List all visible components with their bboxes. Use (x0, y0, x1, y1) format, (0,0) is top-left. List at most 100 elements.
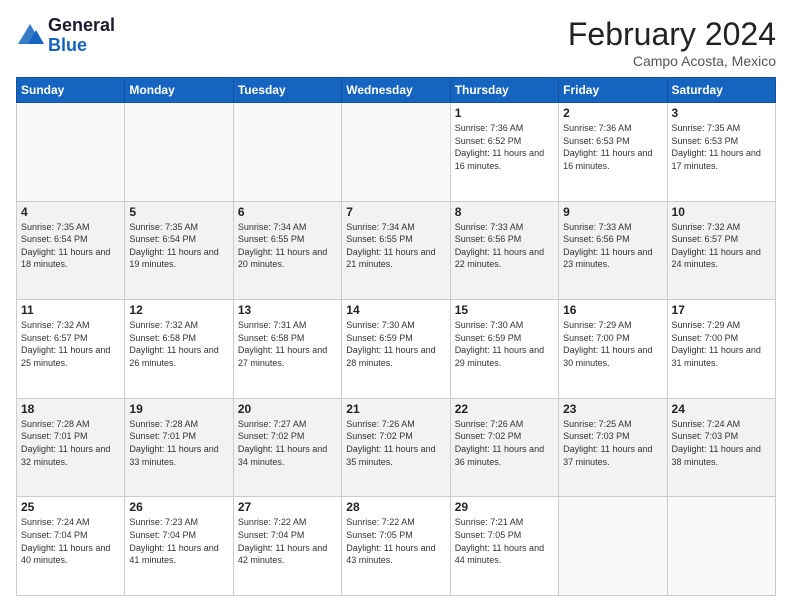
day-info: Sunrise: 7:25 AM Sunset: 7:03 PM Dayligh… (563, 418, 662, 468)
day-info: Sunrise: 7:22 AM Sunset: 7:04 PM Dayligh… (238, 516, 337, 566)
day-number: 11 (21, 303, 120, 317)
table-cell: 1 Sunrise: 7:36 AM Sunset: 6:52 PM Daylig… (450, 103, 558, 202)
day-number: 21 (346, 402, 445, 416)
table-cell: 2Sunrise: 7:36 AM Sunset: 6:53 PM Daylig… (559, 103, 667, 202)
col-monday: Monday (125, 78, 233, 103)
day-number: 26 (129, 500, 228, 514)
day-number: 1 (455, 106, 554, 120)
day-info: Sunrise: 7:34 AM Sunset: 6:55 PM Dayligh… (346, 221, 445, 271)
table-cell: 7 Sunrise: 7:34 AM Sunset: 6:55 PM Daylig… (342, 201, 450, 300)
day-info: Sunrise: 7:33 AM Sunset: 6:56 PM Dayligh… (563, 221, 662, 271)
day-info: Sunrise: 7:34 AM Sunset: 6:55 PM Dayligh… (238, 221, 337, 271)
day-number: 29 (455, 500, 554, 514)
location: Campo Acosta, Mexico (568, 53, 776, 69)
day-info: Sunrise: 7:33 AM Sunset: 6:56 PM Dayligh… (455, 221, 554, 271)
day-info: Sunrise: 7:27 AM Sunset: 7:02 PM Dayligh… (238, 418, 337, 468)
calendar-week-row: 1 Sunrise: 7:36 AM Sunset: 6:52 PM Daylig… (17, 103, 776, 202)
page: General Blue February 2024 Campo Acosta,… (0, 0, 792, 612)
calendar-week-row: 4 Sunrise: 7:35 AM Sunset: 6:54 PM Daylig… (17, 201, 776, 300)
day-number: 15 (455, 303, 554, 317)
day-info: Sunrise: 7:26 AM Sunset: 7:02 PM Dayligh… (455, 418, 554, 468)
table-cell: 24 Sunrise: 7:24 AM Sunset: 7:03 PM Dayli… (667, 398, 775, 497)
table-cell: 16 Sunrise: 7:29 AM Sunset: 7:00 PM Dayli… (559, 300, 667, 399)
day-number: 6 (238, 205, 337, 219)
day-number: 4 (21, 205, 120, 219)
logo-line1: General (48, 16, 115, 36)
day-info: Sunrise: 7:28 AM Sunset: 7:01 PM Dayligh… (129, 418, 228, 468)
table-cell: 20 Sunrise: 7:27 AM Sunset: 7:02 PM Dayli… (233, 398, 341, 497)
logo-line2: Blue (48, 36, 115, 56)
table-cell (667, 497, 775, 596)
day-number: 25 (21, 500, 120, 514)
day-number: 16 (563, 303, 662, 317)
day-info: Sunrise: 7:32 AM Sunset: 6:57 PM Dayligh… (672, 221, 771, 271)
calendar-week-row: 18 Sunrise: 7:28 AM Sunset: 7:01 PM Dayli… (17, 398, 776, 497)
day-number: 17 (672, 303, 771, 317)
table-cell: 29 Sunrise: 7:21 AM Sunset: 7:05 PM Dayli… (450, 497, 558, 596)
col-sunday: Sunday (17, 78, 125, 103)
day-number: 5 (129, 205, 228, 219)
table-cell: 14 Sunrise: 7:30 AM Sunset: 6:59 PM Dayli… (342, 300, 450, 399)
day-info: Sunrise: 7:32 AM Sunset: 6:57 PM Dayligh… (21, 319, 120, 369)
table-cell: 26 Sunrise: 7:23 AM Sunset: 7:04 PM Dayli… (125, 497, 233, 596)
day-info: Sunrise: 7:21 AM Sunset: 7:05 PM Dayligh… (455, 516, 554, 566)
table-cell: 10Sunrise: 7:32 AM Sunset: 6:57 PM Dayli… (667, 201, 775, 300)
table-cell (559, 497, 667, 596)
day-info: Sunrise: 7:31 AM Sunset: 6:58 PM Dayligh… (238, 319, 337, 369)
table-cell: 18 Sunrise: 7:28 AM Sunset: 7:01 PM Dayli… (17, 398, 125, 497)
table-cell: 17 Sunrise: 7:29 AM Sunset: 7:00 PM Dayli… (667, 300, 775, 399)
table-cell (233, 103, 341, 202)
day-info: Sunrise: 7:23 AM Sunset: 7:04 PM Dayligh… (129, 516, 228, 566)
day-number: 19 (129, 402, 228, 416)
calendar-header-row: Sunday Monday Tuesday Wednesday Thursday… (17, 78, 776, 103)
table-cell: 13 Sunrise: 7:31 AM Sunset: 6:58 PM Dayli… (233, 300, 341, 399)
day-number: 18 (21, 402, 120, 416)
table-cell: 15Sunrise: 7:30 AM Sunset: 6:59 PM Dayli… (450, 300, 558, 399)
table-cell: 25 Sunrise: 7:24 AM Sunset: 7:04 PM Dayli… (17, 497, 125, 596)
col-wednesday: Wednesday (342, 78, 450, 103)
col-friday: Friday (559, 78, 667, 103)
title-block: February 2024 Campo Acosta, Mexico (568, 16, 776, 69)
day-info: Sunrise: 7:26 AM Sunset: 7:02 PM Dayligh… (346, 418, 445, 468)
day-number: 24 (672, 402, 771, 416)
day-number: 14 (346, 303, 445, 317)
logo-text: General Blue (48, 16, 115, 56)
day-info: Sunrise: 7:22 AM Sunset: 7:05 PM Dayligh… (346, 516, 445, 566)
table-cell: 11 Sunrise: 7:32 AM Sunset: 6:57 PM Dayli… (17, 300, 125, 399)
day-info: Sunrise: 7:24 AM Sunset: 7:03 PM Dayligh… (672, 418, 771, 468)
day-number: 7 (346, 205, 445, 219)
day-info: Sunrise: 7:30 AM Sunset: 6:59 PM Dayligh… (346, 319, 445, 369)
calendar-table: Sunday Monday Tuesday Wednesday Thursday… (16, 77, 776, 596)
day-number: 2 (563, 106, 662, 120)
logo: General Blue (16, 16, 115, 56)
day-number: 9 (563, 205, 662, 219)
day-info: Sunrise: 7:24 AM Sunset: 7:04 PM Dayligh… (21, 516, 120, 566)
day-number: 22 (455, 402, 554, 416)
day-info: Sunrise: 7:29 AM Sunset: 7:00 PM Dayligh… (672, 319, 771, 369)
day-number: 20 (238, 402, 337, 416)
table-cell: 8 Sunrise: 7:33 AM Sunset: 6:56 PM Daylig… (450, 201, 558, 300)
table-cell: 22 Sunrise: 7:26 AM Sunset: 7:02 PM Dayli… (450, 398, 558, 497)
col-saturday: Saturday (667, 78, 775, 103)
day-info: Sunrise: 7:28 AM Sunset: 7:01 PM Dayligh… (21, 418, 120, 468)
calendar-week-row: 25 Sunrise: 7:24 AM Sunset: 7:04 PM Dayli… (17, 497, 776, 596)
table-cell (342, 103, 450, 202)
table-cell: 28Sunrise: 7:22 AM Sunset: 7:05 PM Dayli… (342, 497, 450, 596)
col-thursday: Thursday (450, 78, 558, 103)
col-tuesday: Tuesday (233, 78, 341, 103)
logo-icon (16, 22, 44, 50)
table-cell: 23Sunrise: 7:25 AM Sunset: 7:03 PM Dayli… (559, 398, 667, 497)
day-number: 8 (455, 205, 554, 219)
table-cell: 21 Sunrise: 7:26 AM Sunset: 7:02 PM Dayli… (342, 398, 450, 497)
day-number: 27 (238, 500, 337, 514)
table-cell (17, 103, 125, 202)
month-year: February 2024 (568, 16, 776, 53)
header: General Blue February 2024 Campo Acosta,… (16, 16, 776, 69)
day-number: 13 (238, 303, 337, 317)
day-info: Sunrise: 7:35 AM Sunset: 6:54 PM Dayligh… (21, 221, 120, 271)
table-cell: 6 Sunrise: 7:34 AM Sunset: 6:55 PM Daylig… (233, 201, 341, 300)
day-info: Sunrise: 7:32 AM Sunset: 6:58 PM Dayligh… (129, 319, 228, 369)
day-info: Sunrise: 7:35 AM Sunset: 6:53 PM Dayligh… (672, 122, 771, 172)
day-info: Sunrise: 7:29 AM Sunset: 7:00 PM Dayligh… (563, 319, 662, 369)
day-info: Sunrise: 7:36 AM Sunset: 6:52 PM Dayligh… (455, 122, 554, 172)
